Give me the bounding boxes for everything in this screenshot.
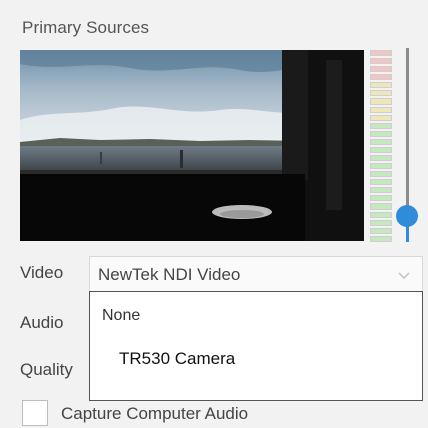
chevron-down-icon[interactable] [396,267,412,283]
meter-segment-red [370,66,392,73]
video-source-select[interactable]: NewTek NDI Video [89,256,423,292]
primary-sources-panel: Primary Sources Video Audio Quality NewT… [0,0,428,428]
video-preview [20,50,364,241]
meter-segment-green [370,211,392,218]
video-source-dropdown: None TR530 Camera [89,291,423,401]
audio-level-meter [370,50,392,242]
video-source-value: NewTek NDI Video [98,265,241,284]
meter-segment-red [370,74,392,81]
dropdown-option-label: None [102,307,141,324]
meter-segment-green [370,122,392,129]
meter-segment-red [370,58,392,65]
meter-segment-green [370,163,392,170]
dropdown-option-none[interactable]: None [90,292,422,324]
meter-segment-green [370,187,392,194]
section-title: Primary Sources [22,18,150,37]
meter-segment-green [370,130,392,137]
meter-segment-green [370,195,392,202]
meter-segment-yellow [370,106,392,113]
video-preview-image [20,50,364,241]
meter-segment-green [370,179,392,186]
meter-segment-yellow [370,90,392,97]
dropdown-option-tr530-camera[interactable]: TR530 Camera [90,340,422,372]
quality-label: Quality [20,360,73,379]
meter-segment-green [370,219,392,226]
meter-segment-green [370,146,392,154]
meter-segment-yellow [370,82,392,89]
volume-slider-handle[interactable] [396,205,418,227]
meter-segment-green [370,227,392,234]
meter-segment-yellow [370,98,392,105]
video-label: Video [20,263,64,282]
capture-computer-audio-checkbox[interactable] [22,400,48,426]
dropdown-option-label: TR530 Camera [119,349,236,368]
meter-segment-yellow [370,114,392,121]
meter-segment-green [370,155,392,162]
meter-segment-green [370,235,392,242]
meter-segment-green [370,138,392,145]
meter-segment-red [370,50,392,57]
meter-segment-green [370,171,392,178]
meter-segment-green [370,203,392,210]
volume-slider-track[interactable] [406,48,409,218]
capture-computer-audio-label[interactable]: Capture Computer Audio [61,404,248,424]
audio-label: Audio [20,313,64,332]
